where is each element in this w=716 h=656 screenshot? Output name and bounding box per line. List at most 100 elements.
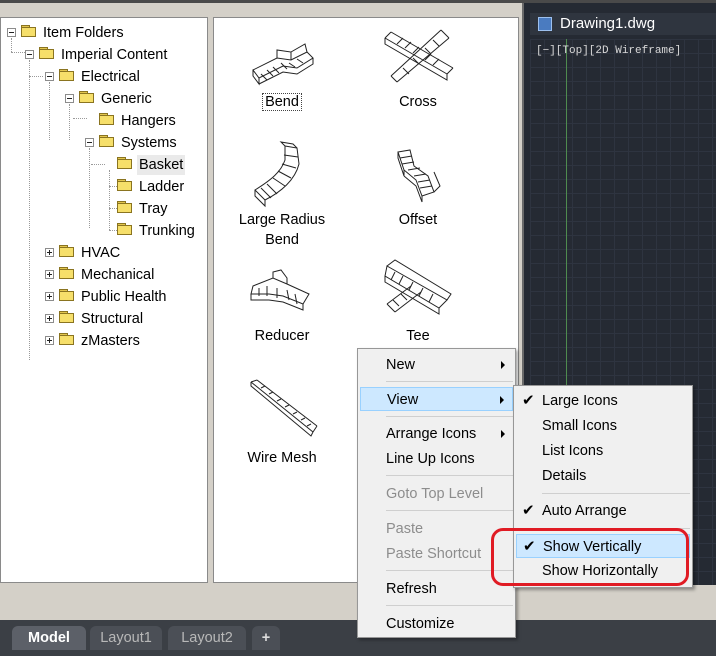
- item-reducer[interactable]: Reducer: [222, 264, 342, 346]
- menu-item-label: Goto Top Level: [386, 486, 484, 502]
- menu-separator: [386, 475, 513, 476]
- item-label: Wire Mesh: [247, 450, 317, 466]
- add-layout-button[interactable]: +: [252, 626, 280, 650]
- item-label: Offset: [398, 212, 438, 228]
- tree-connector: [73, 118, 87, 119]
- folder-icon: [99, 135, 115, 148]
- expand-icon[interactable]: [45, 248, 54, 257]
- expand-icon[interactable]: [45, 292, 54, 301]
- tee-fitting-icon: [384, 259, 452, 315]
- expand-icon[interactable]: [45, 270, 54, 279]
- expand-icon[interactable]: [45, 336, 54, 345]
- folder-icon: [117, 223, 133, 236]
- collapse-icon[interactable]: [7, 28, 16, 37]
- folder-icon: [21, 25, 37, 38]
- menu-item-label: Details: [542, 468, 587, 484]
- collapse-icon[interactable]: [65, 94, 74, 103]
- item-cross[interactable]: Cross: [358, 24, 478, 112]
- tree-connector: [49, 82, 50, 140]
- tree-connector: [69, 104, 70, 140]
- item-label: Cross: [399, 94, 437, 110]
- checkmark-icon: ✔: [522, 392, 535, 409]
- tree-node-label: Public Health: [81, 289, 167, 305]
- menu-item-label: Customize: [386, 616, 455, 632]
- folder-icon: [39, 47, 55, 60]
- folder-icon: [99, 113, 115, 126]
- menu-item-paste: Paste: [360, 517, 513, 541]
- menu-separator: [542, 493, 690, 494]
- menu-separator: [386, 510, 513, 511]
- tree-node-label: Mechanical: [81, 267, 155, 283]
- tree-connector: [109, 208, 117, 209]
- tree-connector: [29, 76, 43, 77]
- menu-item-label: Small Icons: [542, 418, 617, 434]
- menu-item-large-icons[interactable]: ✔ Large Icons: [516, 389, 690, 413]
- folder-icon: [59, 311, 75, 324]
- menu-item-label: New: [386, 357, 416, 373]
- collapse-icon[interactable]: [45, 72, 54, 81]
- menu-item-label: Arrange Icons: [386, 426, 477, 442]
- menu-item-refresh[interactable]: Refresh: [360, 577, 513, 601]
- tree-node-label: Electrical: [81, 69, 140, 85]
- menu-item-line-up-icons[interactable]: Line Up Icons: [360, 447, 513, 471]
- item-label: Large Radius: [238, 212, 326, 228]
- menu-item-label: List Icons: [542, 443, 604, 459]
- menu-item-view[interactable]: View: [360, 387, 513, 411]
- menu-item-customize[interactable]: Customize: [360, 612, 513, 636]
- drawing-file-tab[interactable]: Drawing1.dwg: [530, 13, 716, 35]
- annotation-highlight-box: [491, 528, 689, 586]
- menu-item-details[interactable]: Details: [516, 464, 690, 488]
- menu-separator: [386, 605, 513, 606]
- submenu-arrow-icon: [500, 396, 504, 404]
- tab-layout2[interactable]: Layout2: [168, 626, 246, 650]
- collapse-icon[interactable]: [25, 50, 34, 59]
- item-wire-mesh[interactable]: Wire Mesh: [222, 376, 342, 468]
- folder-tree-pane[interactable]: Item Folders Imperial Content Electrical…: [0, 17, 208, 583]
- menu-item-auto-arrange[interactable]: ✔ Auto Arrange: [516, 499, 690, 523]
- menu-item-label: Large Icons: [542, 393, 618, 409]
- tree-node-label: Ladder: [139, 179, 185, 195]
- menu-item-arrange-icons[interactable]: Arrange Icons: [360, 422, 513, 446]
- tab-model[interactable]: Model: [12, 626, 86, 650]
- collapse-icon[interactable]: [85, 138, 94, 147]
- folder-icon: [59, 245, 75, 258]
- tree-node-label: HVAC: [81, 245, 121, 261]
- folder-icon: [117, 157, 133, 170]
- tree-node-label: Imperial Content: [61, 47, 168, 63]
- submenu-arrow-icon: [501, 361, 505, 369]
- tree-connector: [91, 164, 105, 165]
- menu-item-small-icons[interactable]: Small Icons: [516, 414, 690, 438]
- folder-icon: [59, 333, 75, 346]
- menu-separator: [386, 416, 513, 417]
- viewport-controls-label[interactable]: [−][Top][2D Wireframe]: [536, 45, 681, 57]
- bend-fitting-icon: [252, 43, 314, 86]
- tab-layout1[interactable]: Layout1: [90, 626, 162, 650]
- menu-item-list-icons[interactable]: List Icons: [516, 439, 690, 463]
- item-label: Reducer: [254, 328, 310, 344]
- tree-node-label: Generic: [101, 91, 152, 107]
- tree-node-label: Systems: [121, 135, 177, 151]
- folder-icon: [59, 69, 75, 82]
- tree-connector: [109, 230, 117, 231]
- menu-item-label: Refresh: [386, 581, 437, 597]
- item-tee[interactable]: Tee: [358, 256, 478, 346]
- menu-item-label: View: [387, 392, 419, 408]
- item-bend[interactable]: Bend: [222, 30, 342, 112]
- tree-connector: [11, 38, 12, 52]
- menu-item-goto-top-level: Goto Top Level: [360, 482, 513, 506]
- checkmark-icon: ✔: [522, 502, 535, 519]
- menu-item-label: Paste: [386, 521, 424, 537]
- menu-item-new[interactable]: New: [360, 353, 513, 377]
- context-menu: New View Arrange Icons Line Up Icons Got…: [357, 348, 516, 638]
- item-label: Bend: [265, 232, 299, 248]
- item-offset[interactable]: Offset: [358, 146, 478, 230]
- drawing-file-icon: [538, 17, 552, 31]
- tree-node-label: Basket: [137, 155, 186, 175]
- reducer-fitting-icon: [250, 269, 310, 311]
- tree-connector: [109, 170, 110, 230]
- submenu-arrow-icon: [501, 430, 505, 438]
- tree-connector: [109, 186, 117, 187]
- item-large-radius-bend[interactable]: Large Radius Bend: [222, 138, 342, 250]
- expand-icon[interactable]: [45, 314, 54, 323]
- menu-item-label: Auto Arrange: [542, 503, 627, 519]
